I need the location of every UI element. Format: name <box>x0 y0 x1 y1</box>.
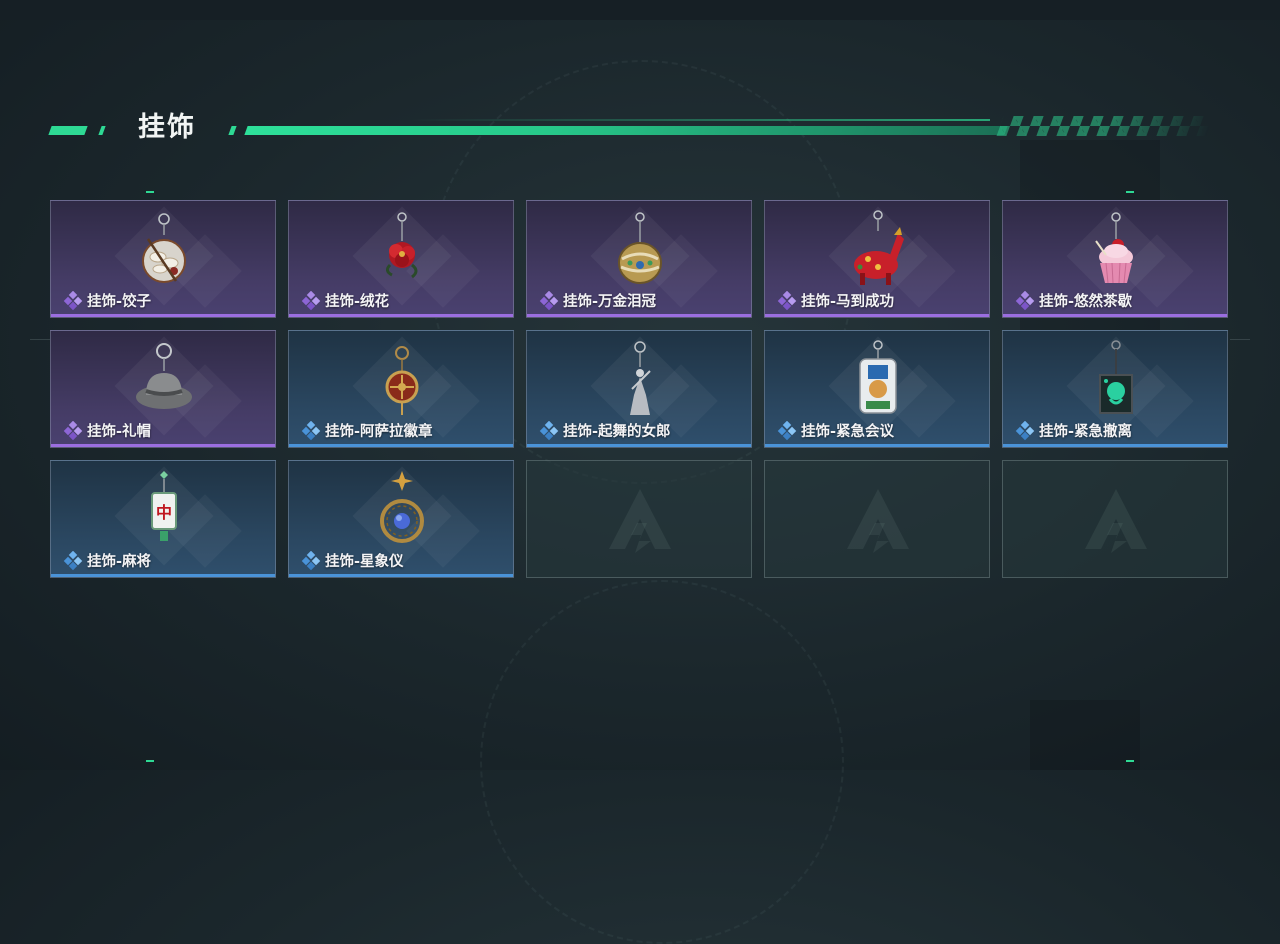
rarity-diamond-icon <box>1015 291 1035 311</box>
section-header: 挂饰 <box>48 110 1214 150</box>
corner-tick <box>146 760 154 762</box>
header-accent <box>48 126 88 135</box>
charm-card[interactable]: 挂饰-星象仪 <box>288 460 514 578</box>
charm-label: 挂饰-星象仪 <box>301 550 404 571</box>
charm-label: 挂饰-麻将 <box>63 550 151 571</box>
empty-slot <box>526 460 752 578</box>
rarity-diamond-icon <box>63 291 83 311</box>
charm-name: 挂饰-万金泪冠 <box>563 294 657 310</box>
charm-card[interactable]: 挂饰-万金泪冠 <box>526 200 752 318</box>
rarity-underline <box>765 314 989 317</box>
game-logo-icon <box>847 489 909 553</box>
charm-name: 挂饰-紧急会议 <box>801 424 895 440</box>
charm-name: 挂饰-饺子 <box>87 294 152 310</box>
emergency-evac-charm-icon <box>1099 340 1133 414</box>
charm-label: 挂饰-绒花 <box>301 290 389 311</box>
charm-card[interactable]: 挂饰-紧急撤离 <box>1002 330 1228 448</box>
rarity-underline <box>51 314 275 317</box>
badge-charm-icon <box>385 346 419 415</box>
game-logo-icon <box>1085 489 1147 553</box>
header-accent <box>228 126 237 135</box>
corner-tick <box>146 191 154 193</box>
background-ring <box>480 580 844 944</box>
charm-label: 挂饰-阿萨拉徽章 <box>301 420 433 441</box>
charm-name: 挂饰-阿萨拉徽章 <box>325 424 433 440</box>
astrolabe-charm-icon <box>380 471 424 543</box>
charm-card[interactable]: 挂饰-紧急会议 <box>764 330 990 448</box>
rarity-diamond-icon <box>301 421 321 441</box>
charm-name: 挂饰-起舞的女郎 <box>563 424 671 440</box>
charm-card[interactable]: 挂饰-起舞的女郎 <box>526 330 752 448</box>
background-shape <box>1030 700 1140 770</box>
charm-card[interactable]: 挂饰-悠然茶歇 <box>1002 200 1228 318</box>
charm-label: 挂饰-紧急会议 <box>777 420 894 441</box>
dumpling-charm-icon <box>142 213 186 283</box>
rarity-underline <box>1003 314 1227 317</box>
rarity-diamond-icon <box>539 421 559 441</box>
empty-slot <box>764 460 990 578</box>
rarity-underline <box>51 574 275 577</box>
rarity-underline <box>289 574 513 577</box>
jeweled-crown-charm-icon <box>618 212 662 284</box>
charm-card[interactable]: 中 挂饰-麻将 <box>50 460 276 578</box>
red-horse-charm-icon <box>854 210 904 285</box>
rarity-diamond-icon <box>301 551 321 571</box>
rarity-underline <box>51 444 275 447</box>
charm-label: 挂饰-起舞的女郎 <box>539 420 671 441</box>
rarity-underline <box>527 444 751 447</box>
charm-label: 挂饰-礼帽 <box>63 420 151 441</box>
divider-line <box>30 339 50 340</box>
charm-name: 挂饰-马到成功 <box>801 294 895 310</box>
fedora-hat-charm-icon <box>136 343 192 409</box>
section-title: 挂饰 <box>138 112 196 143</box>
game-logo-icon <box>609 489 671 553</box>
charm-label: 挂饰-悠然茶歇 <box>1015 290 1132 311</box>
rarity-diamond-icon <box>539 291 559 311</box>
charm-name: 挂饰-悠然茶歇 <box>1039 294 1133 310</box>
cupcake-charm-icon <box>1095 212 1133 284</box>
rarity-diamond-icon <box>63 421 83 441</box>
header-accent-bar <box>244 126 1008 135</box>
charm-name: 挂饰-星象仪 <box>325 554 404 570</box>
charm-card[interactable]: 挂饰-礼帽 <box>50 330 276 448</box>
rarity-underline <box>289 444 513 447</box>
corner-tick <box>1126 760 1134 762</box>
rarity-underline <box>765 444 989 447</box>
corner-tick <box>1126 191 1134 193</box>
dancer-figurine-charm-icon <box>630 341 651 415</box>
svg-text:中: 中 <box>156 503 172 522</box>
charm-card[interactable]: 挂饰-马到成功 <box>764 200 990 318</box>
charm-name: 挂饰-麻将 <box>87 554 152 570</box>
rarity-underline <box>1003 444 1227 447</box>
charm-label: 挂饰-饺子 <box>63 290 151 311</box>
charm-card[interactable]: 挂饰-饺子 <box>50 200 276 318</box>
charm-label: 挂饰-紧急撤离 <box>1015 420 1132 441</box>
divider-line <box>1230 339 1250 340</box>
charm-card[interactable]: 挂饰-阿萨拉徽章 <box>288 330 514 448</box>
charm-label: 挂饰-马到成功 <box>777 290 894 311</box>
rarity-diamond-icon <box>301 291 321 311</box>
rarity-diamond-icon <box>63 551 83 571</box>
charm-card[interactable]: 挂饰-绒花 <box>288 200 514 318</box>
top-bar <box>0 0 1280 20</box>
header-accent <box>98 126 106 135</box>
emergency-meeting-charm-icon <box>859 340 897 414</box>
charm-grid: 挂饰-饺子 挂饰-绒花 挂饰-万金泪冠 挂饰-马到成功 挂饰-悠然茶歇 挂饰-礼… <box>50 200 1230 580</box>
mahjong-tile-charm-icon: 中 <box>151 471 177 541</box>
charm-name: 挂饰-礼帽 <box>87 424 152 440</box>
charm-label: 挂饰-万金泪冠 <box>539 290 656 311</box>
rarity-diamond-icon <box>777 421 797 441</box>
header-accent-line <box>410 119 990 121</box>
velvet-flower-charm-icon <box>385 212 418 279</box>
rarity-underline <box>527 314 751 317</box>
rarity-underline <box>289 314 513 317</box>
charm-name: 挂饰-绒花 <box>325 294 390 310</box>
rarity-diamond-icon <box>1015 421 1035 441</box>
empty-slot <box>1002 460 1228 578</box>
charm-name: 挂饰-紧急撤离 <box>1039 424 1133 440</box>
header-checker-pattern <box>996 116 1214 136</box>
rarity-diamond-icon <box>777 291 797 311</box>
